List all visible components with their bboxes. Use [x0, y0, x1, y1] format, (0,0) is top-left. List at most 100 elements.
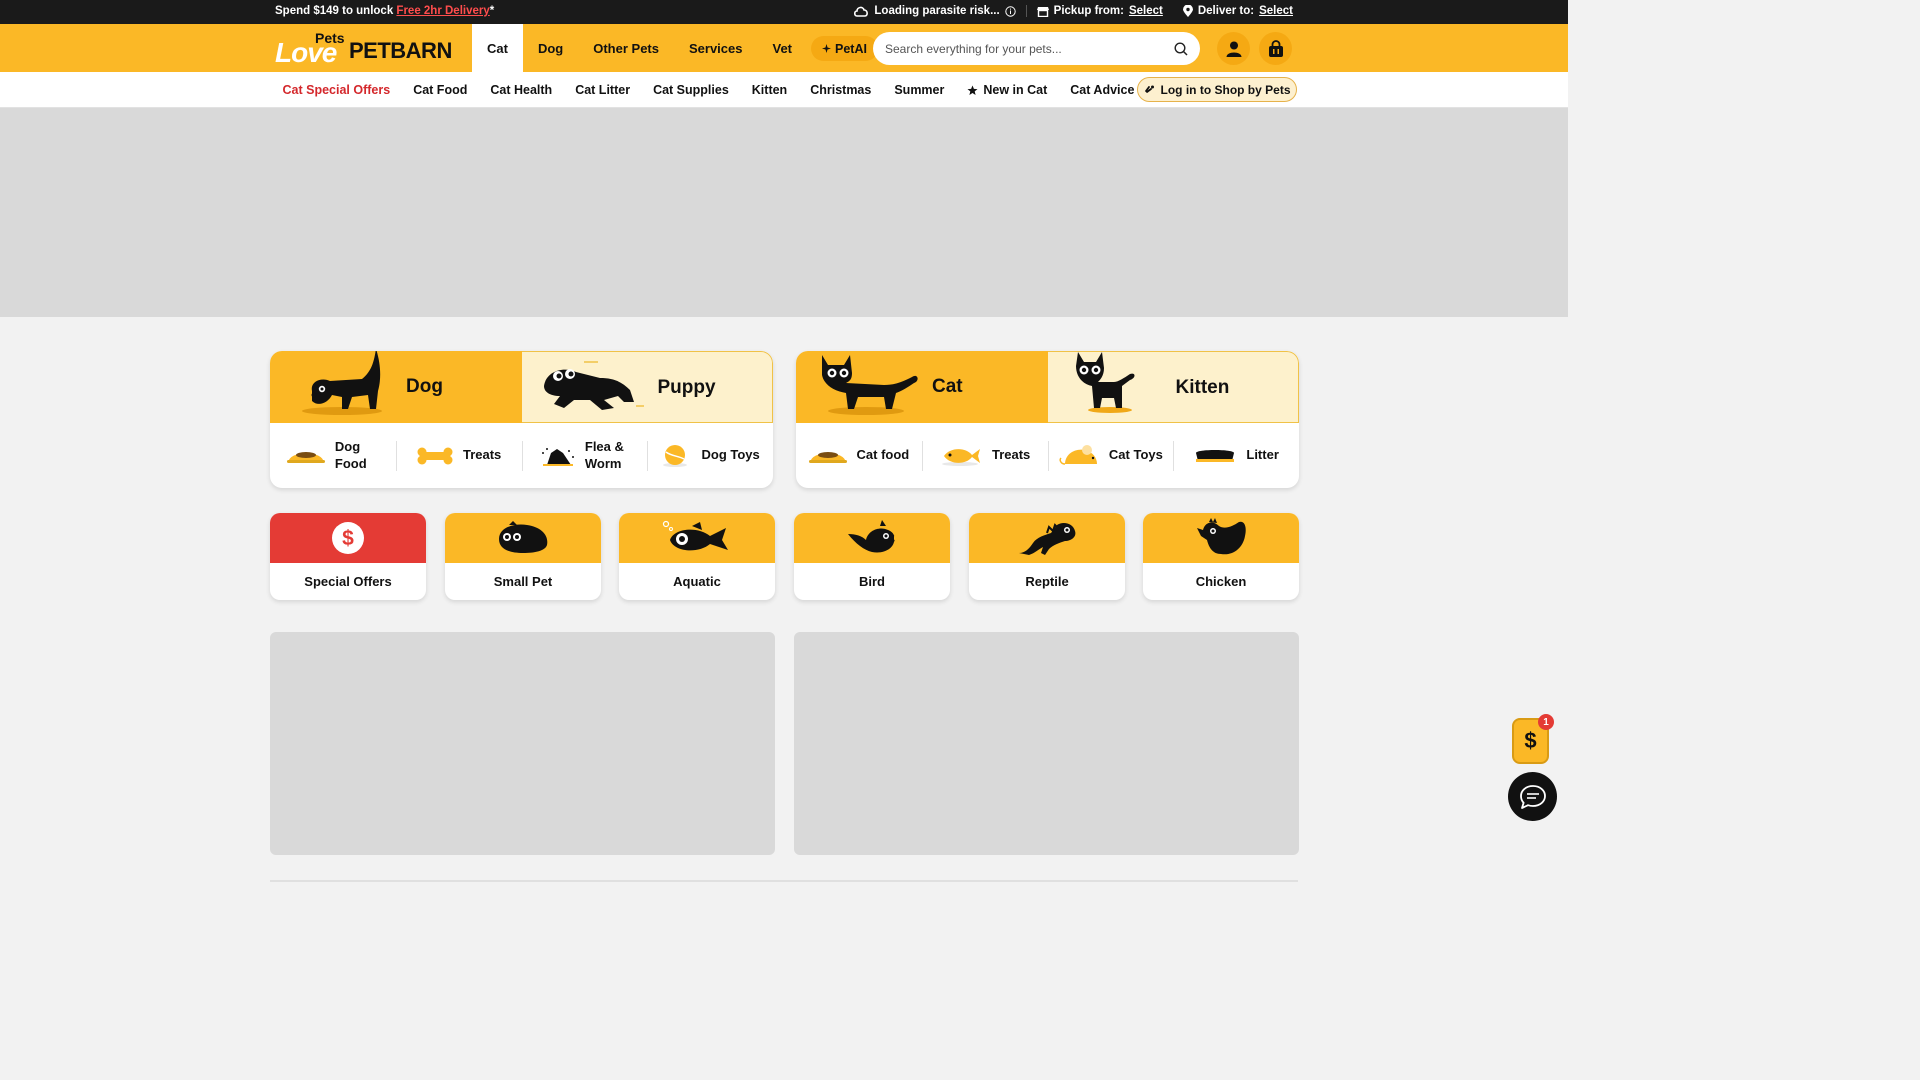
pickup-label: Pickup from:: [1053, 5, 1124, 17]
tile-special-offers[interactable]: $ Special Offers: [270, 513, 426, 600]
user-icon: [1226, 41, 1241, 57]
cat-tab[interactable]: Cat: [796, 351, 1048, 423]
tile-small-pet[interactable]: Small Pet: [445, 513, 601, 600]
dollar-icon: $: [332, 522, 364, 554]
cat-food-label: Cat food: [856, 447, 910, 463]
dog-tab-label: Dog: [406, 376, 443, 397]
nav-cat[interactable]: Cat: [472, 24, 523, 72]
dog-treats-label: Treats: [462, 447, 502, 463]
petbarn-logo[interactable]: Love Pets PETBARN: [275, 28, 455, 68]
pickup-selector[interactable]: Pickup from: Select: [1025, 5, 1173, 17]
chicken-icon: [1197, 518, 1246, 555]
subnav-cat-supplies[interactable]: Cat Supplies: [642, 83, 741, 97]
kitten-tab-label: Kitten: [1175, 377, 1230, 398]
litter-link[interactable]: Litter: [1173, 440, 1299, 471]
food-bowl-icon: [808, 451, 847, 463]
logo-pets: Pets: [315, 30, 345, 46]
nav-vet[interactable]: Vet: [757, 24, 807, 72]
delivery-promo: Spend $149 to unlock Free 2hr Delivery*: [275, 5, 494, 17]
tile-label: Chicken: [1195, 574, 1247, 589]
dog-food-link[interactable]: Dog Food: [270, 438, 396, 471]
parasite-risk-text: Loading parasite risk...: [874, 5, 1000, 17]
bone-treat-icon: [417, 447, 453, 464]
dog-toys-link[interactable]: Dog Toys: [647, 440, 773, 471]
dog-toys-label: Dog Toys: [701, 447, 760, 463]
kitten-illustration-icon: [1075, 352, 1134, 413]
subnav-new-in-cat[interactable]: New in Cat: [956, 83, 1059, 97]
promo-banner-placeholder-right: [794, 632, 1299, 855]
svg-text:$: $: [342, 527, 354, 550]
promo-suffix: *: [489, 5, 495, 17]
guinea-pig-icon: [499, 521, 548, 553]
cat-food-link[interactable]: Cat food: [796, 441, 922, 471]
tile-label: Bird: [859, 574, 885, 589]
chat-bubble-icon: [1519, 784, 1546, 809]
dollar-symbol: $: [1524, 728, 1537, 753]
deliver-select-link[interactable]: Select: [1259, 5, 1293, 17]
chat-button[interactable]: [1508, 772, 1557, 821]
puppy-tab-label: Puppy: [657, 377, 716, 398]
dog-illustration-icon: [302, 351, 382, 415]
kitten-tab[interactable]: Kitten: [1047, 351, 1299, 423]
dog-food-label: Dog Food: [334, 438, 367, 471]
cat-treats-link[interactable]: Treats: [921, 440, 1048, 471]
promo-prefix: Spend $149 to unlock: [275, 5, 397, 17]
search-input[interactable]: [885, 41, 1165, 56]
puppy-illustration-icon: [543, 361, 644, 410]
shopping-bag-icon: [1268, 39, 1283, 57]
search-icon[interactable]: [1174, 41, 1188, 56]
tile-label: Aquatic: [673, 574, 721, 589]
location-pin-icon: [1182, 5, 1193, 17]
deliver-selector[interactable]: Deliver to: Select: [1173, 5, 1293, 17]
cloud-icon: [854, 6, 869, 17]
tile-bird[interactable]: Bird: [794, 513, 950, 600]
cat-illustration-icon: [822, 355, 918, 415]
subnav-cat-food[interactable]: Cat Food: [402, 83, 479, 97]
flea-worm-link[interactable]: Flea & Worm: [521, 438, 648, 471]
search-bar[interactable]: [873, 32, 1200, 65]
divider: [270, 880, 1298, 882]
puppy-tab[interactable]: Puppy: [521, 351, 773, 423]
bird-icon: [848, 520, 898, 553]
dog-tab[interactable]: Dog: [270, 351, 522, 423]
account-button[interactable]: [1217, 32, 1250, 65]
rewards-float-button[interactable]: $ 1: [1512, 714, 1554, 764]
subnav-kitten[interactable]: Kitten: [740, 83, 798, 97]
hero-banner-placeholder: [0, 108, 1568, 317]
mouse-toy-icon: [1059, 444, 1097, 465]
info-icon[interactable]: [1004, 5, 1016, 17]
main-nav: Cat Dog Other Pets Services Vet PetAI: [472, 24, 878, 72]
subnav-cat-health[interactable]: Cat Health: [479, 83, 564, 97]
fish-treat-icon: [941, 448, 980, 466]
subnav-cat-advice[interactable]: Cat Advice: [1059, 83, 1146, 97]
food-bowl-icon: [286, 451, 325, 463]
free-delivery-link[interactable]: Free 2hr Delivery: [396, 5, 489, 17]
lizard-icon: [1019, 523, 1076, 555]
tile-reptile[interactable]: Reptile: [969, 513, 1125, 600]
notification-badge: 1: [1538, 714, 1554, 730]
parasite-risk[interactable]: Loading parasite risk...: [844, 5, 1025, 17]
flea-worm-label: Flea & Worm: [584, 438, 624, 471]
nav-services[interactable]: Services: [674, 24, 758, 72]
subnav-summer[interactable]: Summer: [883, 83, 956, 97]
subnav-cat-litter[interactable]: Cat Litter: [564, 83, 642, 97]
tile-chicken[interactable]: Chicken: [1143, 513, 1299, 600]
cart-button[interactable]: [1259, 32, 1292, 65]
nav-other-pets[interactable]: Other Pets: [578, 24, 674, 72]
dog-treats-link[interactable]: Treats: [395, 440, 522, 471]
cat-toys-link[interactable]: Cat Toys: [1047, 440, 1174, 471]
tile-label: Special Offers: [304, 574, 392, 589]
tile-aquatic[interactable]: Aquatic: [619, 513, 775, 600]
flea-icon: [541, 447, 574, 466]
nav-dog[interactable]: Dog: [523, 24, 578, 72]
subnav-christmas[interactable]: Christmas: [799, 83, 883, 97]
category-subnav: Cat Special Offers Cat Food Cat Health C…: [0, 72, 1568, 108]
new-in-cat-label: New in Cat: [983, 83, 1048, 97]
subnav-cat-special-offers[interactable]: Cat Special Offers: [271, 83, 402, 97]
tile-label: Reptile: [1025, 574, 1069, 589]
petai-button[interactable]: PetAI: [811, 36, 878, 61]
pickup-select-link[interactable]: Select: [1129, 5, 1163, 17]
sparkle-icon: [822, 44, 831, 53]
cat-category-card: Cat Kitten Cat food Treats Cat Toys Litt…: [796, 351, 1299, 488]
shop-by-pets-button[interactable]: Log in to Shop by Pets: [1137, 77, 1297, 102]
